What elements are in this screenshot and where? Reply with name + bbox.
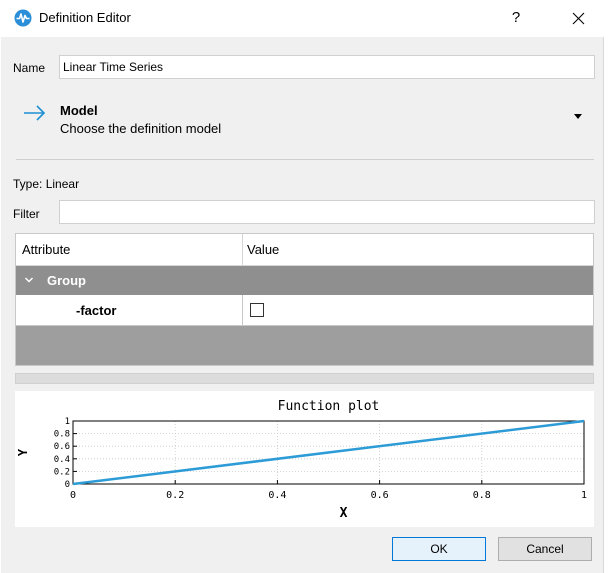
y-tick-label: 0 xyxy=(65,480,70,490)
window-title: Definition Editor xyxy=(39,10,131,25)
plot-title: Function plot xyxy=(278,399,380,414)
dropdown-triangle-icon[interactable] xyxy=(572,111,584,121)
filter-input[interactable] xyxy=(59,200,595,224)
column-header-attribute[interactable]: Attribute xyxy=(22,242,70,257)
model-title: Model xyxy=(60,103,98,118)
y-axis-label: Y xyxy=(16,448,30,456)
attribute-table: Attribute Value Group -factor xyxy=(15,233,594,366)
waveform-icon xyxy=(14,9,32,27)
type-value: Linear xyxy=(45,177,80,191)
column-divider xyxy=(242,295,243,326)
y-tick-label: 0.2 xyxy=(54,467,70,477)
chevron-down-icon[interactable] xyxy=(24,275,34,285)
y-tick-label: 1 xyxy=(65,417,70,427)
table-row[interactable]: -factor xyxy=(16,295,593,326)
close-icon[interactable] xyxy=(565,6,591,30)
filter-label: Filter xyxy=(13,207,40,221)
name-field[interactable]: Linear Time Series xyxy=(59,55,595,79)
type-label: Type: Linear xyxy=(13,177,80,191)
arrow-right-icon xyxy=(24,105,46,121)
plot-canvas: Function plot 0 0.2 0.4 0.6 0.8 1 0 0.2 0.4 0.6 0.8… xyxy=(16,399,587,521)
function-plot: Function plot 0 0.2 0.4 0.6 0.8 1 0 0.2 0.4 0.6 0.8… xyxy=(15,391,594,527)
y-tick-label: 0.6 xyxy=(54,442,70,452)
y-tick-label: 0.8 xyxy=(54,430,70,440)
group-row[interactable]: Group xyxy=(16,266,593,295)
x-tick-label: 0 xyxy=(70,490,76,501)
x-axis-label: X xyxy=(340,506,348,521)
series-line xyxy=(72,419,585,486)
x-tick-label: 0.6 xyxy=(371,490,389,501)
x-tick-label: 1 xyxy=(581,490,587,501)
title-bar: Definition Editor ? xyxy=(0,0,610,36)
attribute-name: -factor xyxy=(76,303,117,318)
model-selector[interactable]: Model Choose the definition model xyxy=(16,93,594,155)
group-label: Group xyxy=(47,273,86,288)
factor-checkbox[interactable] xyxy=(250,303,264,317)
ok-button[interactable]: OK xyxy=(392,537,486,561)
cancel-button[interactable]: Cancel xyxy=(498,537,592,561)
y-tick-label: 0.4 xyxy=(54,455,70,465)
help-button[interactable]: ? xyxy=(506,8,526,28)
horizontal-scrollbar[interactable] xyxy=(15,373,594,384)
column-header-value[interactable]: Value xyxy=(247,242,279,257)
x-tick-label: 0.8 xyxy=(473,490,491,501)
model-description: Choose the definition model xyxy=(60,121,222,136)
separator xyxy=(16,159,594,160)
x-tick-label: 0.2 xyxy=(166,490,184,501)
column-divider xyxy=(242,234,243,266)
table-header: Attribute Value xyxy=(16,234,593,266)
name-label: Name xyxy=(13,61,46,75)
x-tick-label: 0.4 xyxy=(268,490,286,501)
